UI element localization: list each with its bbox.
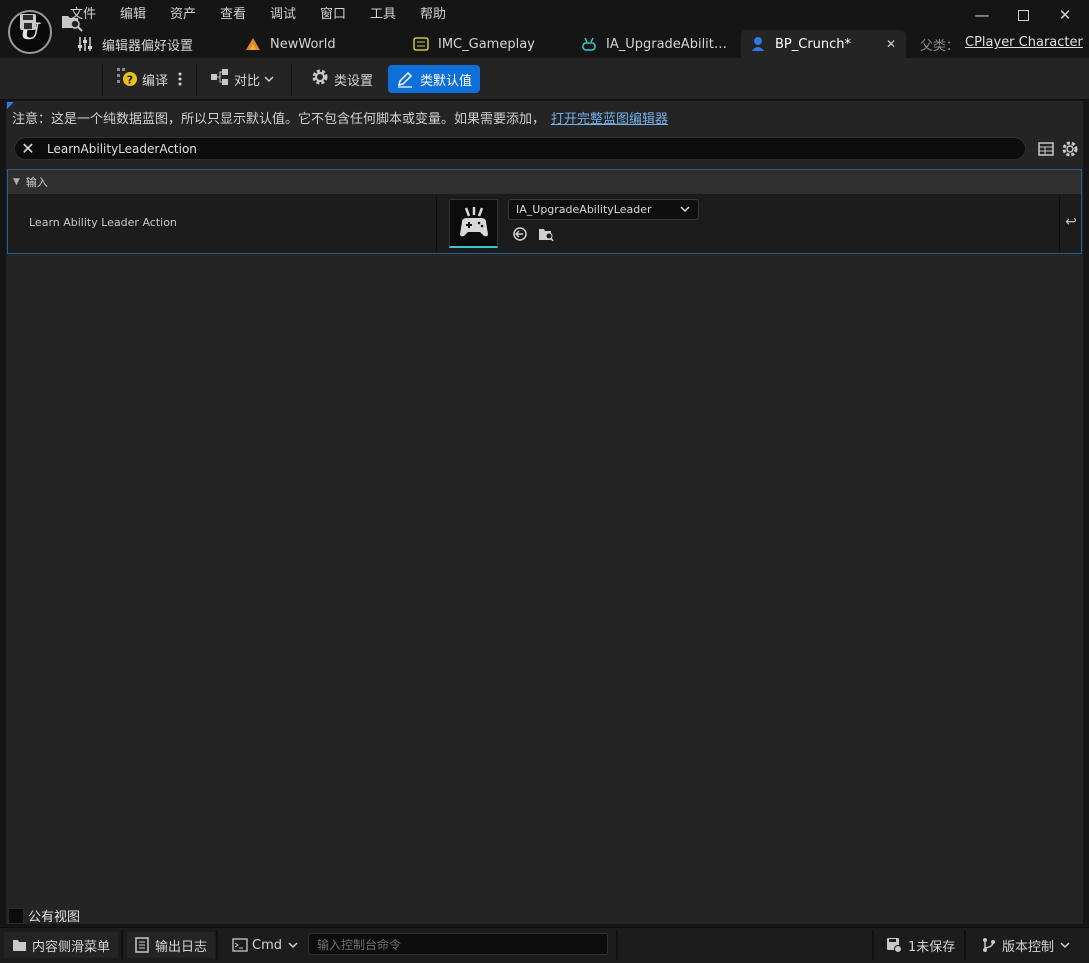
menu-asset[interactable]: 资产 bbox=[170, 5, 196, 25]
statusbar-separator bbox=[872, 930, 874, 960]
unsaved-label: 1未保存 bbox=[908, 939, 956, 955]
notice-text: 注意：这是一个纯数据蓝图，所以只显示默认值。它不包含任何脚本或变量。如果需要添加… bbox=[12, 112, 546, 127]
unsaved-assets-button[interactable]: 1未保存 bbox=[878, 932, 963, 958]
compile-options-icon[interactable] bbox=[178, 65, 186, 93]
toolbar-separator bbox=[196, 64, 197, 96]
collapse-arrow-icon: ▼ bbox=[13, 177, 20, 187]
compile-label: 编译 bbox=[142, 73, 169, 89]
menu-debug[interactable]: 调试 bbox=[270, 5, 296, 25]
browse-to-asset-icon[interactable] bbox=[538, 226, 554, 242]
level-icon bbox=[244, 35, 262, 53]
toolbar-separator bbox=[291, 64, 292, 96]
tab-label: 编辑器偏好设置 bbox=[102, 38, 194, 54]
property-name: Learn Ability Leader Action bbox=[29, 216, 177, 229]
chevron-down-icon bbox=[288, 941, 298, 949]
menu-view[interactable]: 查看 bbox=[220, 5, 246, 25]
sliders-icon bbox=[76, 35, 94, 53]
svg-text:?: ? bbox=[127, 74, 133, 87]
terminal-icon bbox=[232, 938, 248, 952]
category-input[interactable]: ▼ 输入 bbox=[7, 169, 1082, 194]
reset-column-divider bbox=[1059, 196, 1060, 252]
parent-class-label: 父类： bbox=[920, 39, 960, 54]
content-drawer-label: 内容侧滑菜单 bbox=[32, 939, 111, 955]
toolbar-separator bbox=[102, 64, 103, 96]
menu-tools[interactable]: 工具 bbox=[370, 5, 396, 25]
branch-icon bbox=[982, 937, 996, 953]
console-command-input[interactable]: 输入控制台命令 bbox=[308, 933, 608, 955]
public-view-label: 公有视图 bbox=[28, 910, 81, 925]
output-log-label: 输出日志 bbox=[155, 939, 208, 955]
chevron-down-icon bbox=[264, 72, 274, 87]
use-selected-asset-icon[interactable] bbox=[512, 226, 528, 242]
input-mapping-icon bbox=[412, 35, 430, 53]
close-tab-icon[interactable]: ✕ bbox=[886, 37, 896, 51]
tab-editor-preferences[interactable]: 编辑器偏好设置 bbox=[68, 30, 228, 58]
class-defaults-button[interactable]: 类默认值 bbox=[388, 65, 480, 93]
tab-label: IMC_Gameplay bbox=[438, 36, 535, 52]
clear-search-icon[interactable]: ✕ bbox=[15, 139, 41, 158]
blueprint-pawn-icon bbox=[749, 35, 767, 53]
asset-name: IA_UpgradeAbilityLeader bbox=[516, 203, 652, 216]
statusbar-separator bbox=[121, 930, 123, 960]
diff-button[interactable]: 对比 bbox=[210, 65, 274, 93]
source-control-label: 版本控制 bbox=[1002, 939, 1055, 955]
reset-to-default-icon[interactable]: ↩ bbox=[1063, 214, 1079, 230]
menu-help[interactable]: 帮助 bbox=[420, 5, 446, 25]
class-settings-button[interactable]: 类设置 bbox=[310, 65, 373, 93]
search-value: LearnAbilityLeaderAction bbox=[47, 141, 197, 156]
compile-status-icon: ? bbox=[116, 66, 138, 92]
gamepad-icon bbox=[459, 207, 488, 237]
class-settings-label: 类设置 bbox=[334, 73, 374, 89]
compile-button[interactable]: ? 编译 bbox=[116, 65, 168, 93]
maximize-icon[interactable] bbox=[1010, 4, 1036, 26]
property-matrix-icon[interactable] bbox=[1038, 141, 1054, 161]
statusbar-separator bbox=[216, 930, 218, 960]
cmd-label: Cmd bbox=[252, 937, 282, 953]
asset-thumbnail[interactable] bbox=[449, 199, 498, 248]
statusbar-separator bbox=[616, 930, 618, 960]
menu-edit[interactable]: 编辑 bbox=[120, 5, 146, 25]
content-drawer-button[interactable]: 内容侧滑菜单 bbox=[4, 932, 119, 958]
parent-class-link[interactable]: CPlayer Character bbox=[965, 35, 1083, 50]
content-drawer-icon bbox=[12, 938, 28, 952]
output-log-button[interactable]: 输出日志 bbox=[127, 932, 216, 958]
chevron-down-icon bbox=[680, 203, 690, 216]
close-window-icon[interactable]: ✕ bbox=[1052, 4, 1078, 26]
tab-bp-crunch[interactable]: BP_Crunch* ✕ bbox=[741, 30, 906, 58]
save-icon[interactable] bbox=[18, 8, 40, 36]
tab-imc-gameplay[interactable]: IMC_Gameplay bbox=[404, 30, 564, 58]
console-placeholder: 输入控制台命令 bbox=[317, 937, 402, 952]
unsaved-save-icon bbox=[886, 937, 902, 953]
minimize-icon[interactable]: — bbox=[969, 4, 995, 26]
diff-icon bbox=[210, 68, 230, 90]
public-view-toggle[interactable]: 公有视图 bbox=[8, 906, 80, 925]
output-log-icon bbox=[135, 937, 149, 953]
tab-label: IA_UpgradeAbilit… bbox=[606, 36, 727, 52]
browse-asset-icon[interactable] bbox=[60, 8, 86, 36]
data-only-notice: 注意：这是一个纯数据蓝图，所以只显示默认值。它不包含任何脚本或变量。如果需要添加… bbox=[12, 108, 668, 127]
gear-icon bbox=[310, 67, 330, 91]
settings-gear-icon[interactable] bbox=[1061, 140, 1079, 162]
input-action-icon bbox=[580, 35, 598, 53]
column-splitter[interactable] bbox=[436, 196, 437, 252]
asset-picker-dropdown[interactable]: IA_UpgradeAbilityLeader bbox=[508, 199, 699, 220]
diff-label: 对比 bbox=[234, 73, 261, 89]
tab-label: BP_Crunch* bbox=[775, 36, 852, 52]
chevron-down-icon bbox=[1060, 941, 1070, 949]
tab-ia-upgradeability[interactable]: IA_UpgradeAbilit… bbox=[572, 30, 732, 58]
search-input[interactable]: ✕ LearnAbilityLeaderAction bbox=[14, 137, 1026, 160]
category-label: 输入 bbox=[25, 176, 48, 189]
open-full-editor-link[interactable]: 打开完整蓝图编辑器 bbox=[551, 112, 668, 127]
edit-pencil-icon bbox=[396, 70, 414, 88]
public-view-checkbox[interactable] bbox=[8, 907, 24, 924]
tab-label: NewWorld bbox=[270, 36, 336, 52]
cmd-dropdown[interactable]: Cmd bbox=[224, 932, 306, 958]
menu-window[interactable]: 窗口 bbox=[320, 5, 346, 25]
class-defaults-label: 类默认值 bbox=[420, 73, 473, 89]
source-control-button[interactable]: 版本控制 bbox=[974, 932, 1078, 958]
tab-newworld[interactable]: NewWorld bbox=[236, 30, 396, 58]
statusbar-separator bbox=[964, 930, 966, 960]
